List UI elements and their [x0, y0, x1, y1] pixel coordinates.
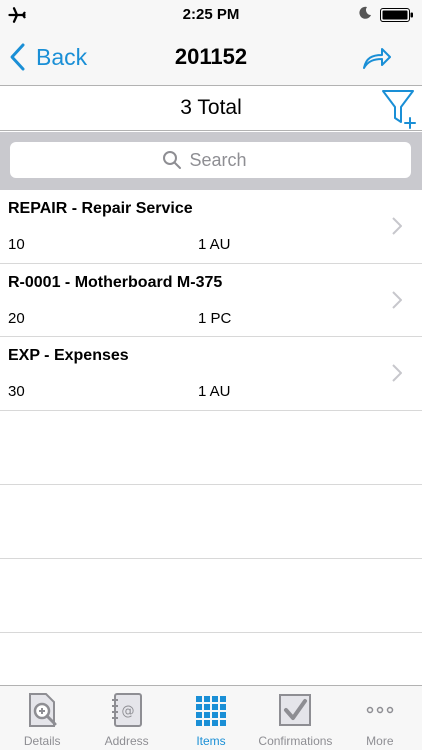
total-bar: 3 Total	[0, 87, 422, 131]
items-list: REPAIR - Repair Service 10 1 AU R-0001 -…	[0, 190, 422, 411]
item-quantity: 1 AU	[198, 383, 231, 400]
search-icon	[162, 151, 181, 169]
item-title: R-0001 - Motherboard M-375	[8, 273, 223, 291]
svg-text:@: @	[121, 704, 134, 719]
page-title: 201152	[174, 44, 248, 69]
navigation-bar: Back 201152	[0, 30, 422, 86]
item-title: REPAIR - Repair Service	[8, 200, 193, 217]
address-book-icon: @	[111, 693, 142, 727]
status-bar: 2:25 PM	[0, 0, 422, 30]
empty-row-divider	[0, 632, 422, 633]
list-item[interactable]: EXP - Expenses 30 1 AU	[0, 337, 422, 411]
checkbox-icon	[279, 694, 312, 726]
share-icon[interactable]	[360, 44, 392, 72]
items-grid-icon	[196, 696, 227, 726]
total-count: 3 Total	[180, 96, 242, 119]
chevron-right-icon	[392, 290, 402, 309]
item-title: EXP - Expenses	[8, 347, 129, 364]
tab-label: Details	[23, 734, 61, 748]
more-dots-icon	[366, 706, 394, 714]
details-icon	[29, 693, 57, 727]
search-input[interactable]	[189, 149, 260, 171]
tab-more[interactable]: More	[338, 686, 422, 750]
empty-row-divider	[0, 558, 422, 559]
tab-bar: Details @ Address Items Confirmations Mo…	[0, 685, 422, 750]
search-field[interactable]	[10, 142, 411, 178]
tab-confirmations[interactable]: Confirmations	[253, 686, 337, 750]
tab-label: Confirmations	[258, 734, 333, 748]
chevron-right-icon	[392, 364, 402, 382]
item-position: 20	[8, 309, 25, 327]
tab-address[interactable]: @ Address	[84, 686, 168, 750]
tab-items[interactable]: Items	[169, 686, 253, 750]
tab-details[interactable]: Details	[0, 686, 84, 750]
do-not-disturb-icon	[359, 6, 371, 19]
battery-icon	[380, 8, 413, 22]
item-position: 10	[8, 236, 25, 253]
empty-row-divider	[0, 484, 422, 485]
item-quantity: 1 AU	[198, 236, 231, 253]
add-filter-icon[interactable]	[380, 88, 418, 130]
tab-label: More	[366, 734, 394, 748]
item-position: 30	[8, 383, 25, 400]
search-bar	[0, 132, 422, 190]
chevron-right-icon	[392, 217, 402, 235]
tab-label: Address	[104, 734, 149, 748]
item-quantity: 1 PC	[198, 309, 232, 327]
tab-label: Items	[196, 734, 226, 748]
list-item[interactable]: R-0001 - Motherboard M-375 20 1 PC	[0, 264, 422, 337]
list-item[interactable]: REPAIR - Repair Service 10 1 AU	[0, 190, 422, 264]
